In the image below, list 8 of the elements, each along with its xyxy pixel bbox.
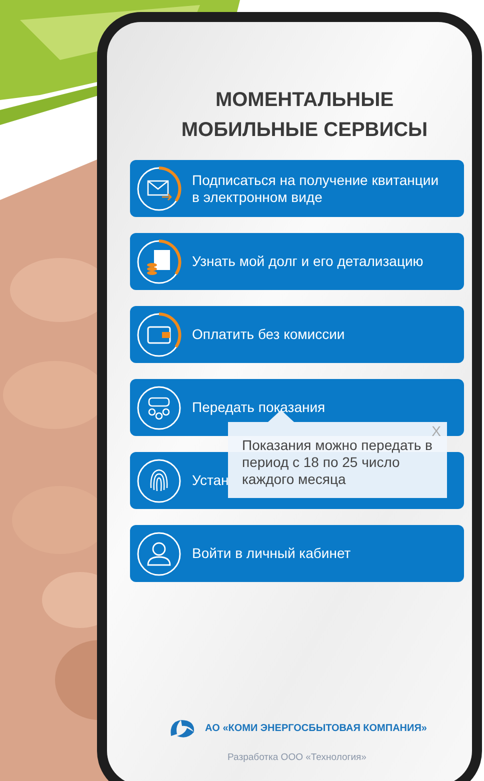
service-button[interactable]: Войти в личный кабинет bbox=[130, 525, 464, 582]
service-button[interactable]: Оплатить без комиссии bbox=[130, 306, 464, 363]
developer-credit: Разработка ООО «Технология» bbox=[228, 752, 366, 763]
tooltip-text: Показания можно передать в период с 18 по 25 число каждого месяца bbox=[242, 437, 434, 488]
screen-title: МОМЕНТАЛЬНЫЕ МОБИЛЬНЫЕ СЕРВИСЫ bbox=[180, 88, 429, 143]
service-button[interactable]: Подписаться на получение квитанции в электронном виде bbox=[130, 160, 464, 217]
company-name: АО «КОМИ ЭНЕРГОСБЫТОВАЯ КОМПАНИЯ» bbox=[205, 722, 427, 734]
service-button[interactable]: Узнать мой долг и его детализацию bbox=[130, 233, 464, 290]
